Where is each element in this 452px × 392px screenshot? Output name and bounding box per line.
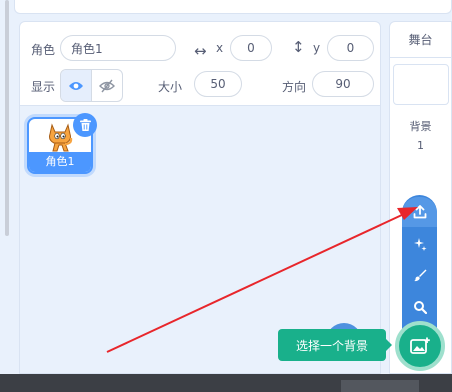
sprite-name-value: 角色1: [71, 41, 103, 56]
upload-icon: [413, 205, 426, 219]
eye-slash-icon: [99, 79, 115, 92]
stage-header[interactable]: 舞台: [390, 22, 451, 58]
hide-button[interactable]: [92, 70, 122, 101]
left-scrollbar[interactable]: [5, 0, 9, 236]
stage-thumbnail[interactable]: [393, 64, 449, 105]
cat-sprite-icon: [49, 123, 73, 152]
search-icon: [413, 301, 427, 314]
y-input[interactable]: 0: [327, 35, 374, 61]
size-label: 大小: [158, 80, 183, 94]
surprise-icon: [413, 238, 427, 251]
eye-icon: [69, 81, 83, 90]
choose-backdrop-button[interactable]: [395, 321, 445, 371]
direction-input[interactable]: 90: [312, 71, 374, 97]
image-plus-icon: [410, 337, 430, 354]
upload-backdrop-button[interactable]: [402, 197, 437, 227]
backdrops-label: 背景: [409, 120, 432, 133]
paint-backdrop-button[interactable]: [402, 260, 437, 290]
sprite-label: 角色: [31, 43, 56, 57]
x-value: 0: [247, 41, 255, 55]
visibility-toggle: [60, 69, 123, 102]
y-label: y: [313, 41, 321, 55]
paint-icon: [413, 269, 426, 282]
size-value: 50: [210, 77, 226, 91]
choose-backdrop-tooltip: 选择一个背景: [278, 329, 392, 361]
sprite-card-name: 角色1: [29, 152, 91, 172]
sprite-name-input[interactable]: 角色1: [60, 35, 176, 61]
direction-label: 方向: [282, 80, 307, 94]
x-input[interactable]: 0: [230, 35, 272, 61]
choose-backdrop-search-button[interactable]: [402, 292, 437, 322]
show-button[interactable]: [61, 70, 92, 101]
y-value: 0: [346, 41, 355, 55]
trash-icon: [79, 119, 91, 131]
x-arrows-icon: ↔: [194, 42, 207, 60]
x-label: x: [216, 41, 224, 55]
top-panel-edge: [14, 0, 452, 14]
surprise-backdrop-button[interactable]: [402, 229, 437, 259]
sprite-info-panel: 角色 角色1 ↔ x 0 ↕ y 0 显示 大小 50 方向 90: [19, 21, 381, 106]
direction-value: 90: [335, 77, 351, 91]
backdrop-menu: [402, 195, 437, 340]
show-label: 显示: [31, 80, 56, 94]
y-arrows-icon: ↕: [292, 38, 305, 56]
taskbar-segment: [341, 380, 419, 392]
backdrops-count: 1: [417, 139, 424, 152]
delete-sprite-button[interactable]: [73, 113, 97, 137]
size-input[interactable]: 50: [194, 71, 242, 97]
taskbar: [0, 374, 452, 392]
